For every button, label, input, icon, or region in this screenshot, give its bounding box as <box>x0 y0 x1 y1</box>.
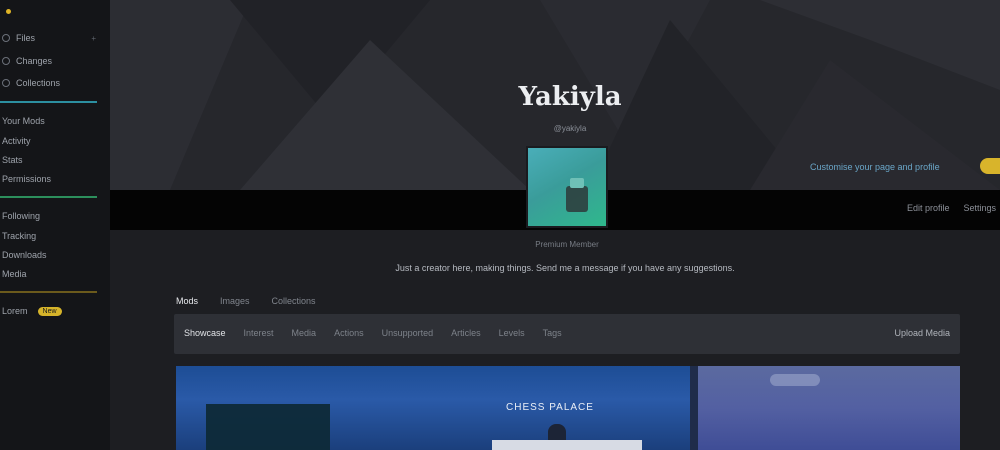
filter-media[interactable]: Media <box>292 328 317 338</box>
filter-tags[interactable]: Tags <box>543 328 562 338</box>
profile-tabs: Mods Images Collections <box>176 296 316 306</box>
sidebar-divider <box>0 101 97 103</box>
profile-handle: @yakiyla <box>553 124 587 133</box>
sidebar-item-label: Downloads <box>2 250 47 260</box>
sidebar-item-downloads[interactable]: Downloads <box>0 246 102 264</box>
sidebar-item-label: Lorem <box>2 306 28 316</box>
sidebar-item-label: Collections <box>16 78 61 88</box>
cloud-shape <box>770 374 820 386</box>
settings-button[interactable]: Settings <box>963 203 996 213</box>
sidebar-item-footer[interactable]: Lorem New <box>0 302 102 320</box>
sidebar-item-permissions[interactable]: Permissions <box>0 170 102 188</box>
building-silhouette <box>206 404 330 450</box>
filter-articles[interactable]: Articles <box>451 328 481 338</box>
media-toolbar: Showcase Interest Media Actions Unsuppor… <box>174 314 960 354</box>
tab-mods[interactable]: Mods <box>176 296 198 306</box>
history-icon <box>2 57 10 65</box>
member-status: Premium Member <box>535 240 599 249</box>
sidebar-divider <box>0 291 97 293</box>
sidebar-item-label: Tracking <box>2 231 37 241</box>
file-icon <box>2 34 10 42</box>
media-preview-1[interactable]: CHESS PALACE <box>176 366 690 450</box>
new-badge: New <box>37 306 62 316</box>
tab-images[interactable]: Images <box>220 296 250 306</box>
filter-interest[interactable]: Interest <box>244 328 274 338</box>
sidebar-item-count: + <box>91 33 96 43</box>
sidebar-item-stats[interactable]: Stats <box>0 151 102 169</box>
preview-caption: CHESS PALACE <box>506 402 594 413</box>
sidebar-item-label: Media <box>2 269 27 279</box>
banner-action-pill[interactable] <box>980 158 1000 174</box>
customise-profile-link[interactable]: Customise your page and profile <box>810 162 940 172</box>
sidebar-item-collections[interactable]: Collections <box>0 74 102 92</box>
preview-banner-bar <box>492 440 642 450</box>
profile-actions: Edit profile Settings <box>907 203 996 213</box>
media-filter-list: Showcase Interest Media Actions Unsuppor… <box>184 328 562 338</box>
sidebar-item-label: Your Mods <box>2 116 45 126</box>
sidebar-item-changes[interactable]: Changes <box>0 52 102 70</box>
sidebar-item-label: Changes <box>16 56 53 66</box>
logo-icon <box>6 8 11 14</box>
pole-silhouette <box>690 366 698 450</box>
sidebar-item-label: Following <box>2 211 41 221</box>
sidebar-item-tracking[interactable]: Tracking <box>0 227 102 245</box>
upload-media-button[interactable]: Upload Media <box>894 328 950 338</box>
sidebar-item-label: Activity <box>2 136 31 146</box>
profile-name: Yakiyla <box>518 82 622 112</box>
sidebar-divider <box>0 196 97 198</box>
filter-actions[interactable]: Actions <box>334 328 364 338</box>
sidebar: Files + Changes Collections Your Mods Ac… <box>0 0 110 450</box>
sidebar-item-media[interactable]: Media <box>0 265 102 283</box>
sidebar-header <box>0 0 106 22</box>
sidebar-item-your-mods[interactable]: Your Mods <box>0 112 102 130</box>
sidebar-item-files[interactable]: Files + <box>0 29 102 47</box>
avatar-figure-icon <box>566 178 588 212</box>
filter-unsupported[interactable]: Unsupported <box>382 328 434 338</box>
sidebar-item-activity[interactable]: Activity <box>0 132 102 150</box>
filter-levels[interactable]: Levels <box>499 328 525 338</box>
sidebar-item-following[interactable]: Following <box>0 207 102 225</box>
tab-collections[interactable]: Collections <box>272 296 316 306</box>
filter-showcase[interactable]: Showcase <box>184 328 226 338</box>
media-preview-2[interactable] <box>690 366 960 450</box>
sidebar-item-label: Files <box>16 33 36 43</box>
profile-description: Just a creator here, making things. Send… <box>395 263 735 273</box>
edit-profile-button[interactable]: Edit profile <box>907 203 950 213</box>
collection-icon <box>2 79 10 87</box>
sidebar-item-label: Permissions <box>2 174 52 184</box>
avatar[interactable] <box>526 146 608 228</box>
sidebar-item-label: Stats <box>2 155 23 165</box>
